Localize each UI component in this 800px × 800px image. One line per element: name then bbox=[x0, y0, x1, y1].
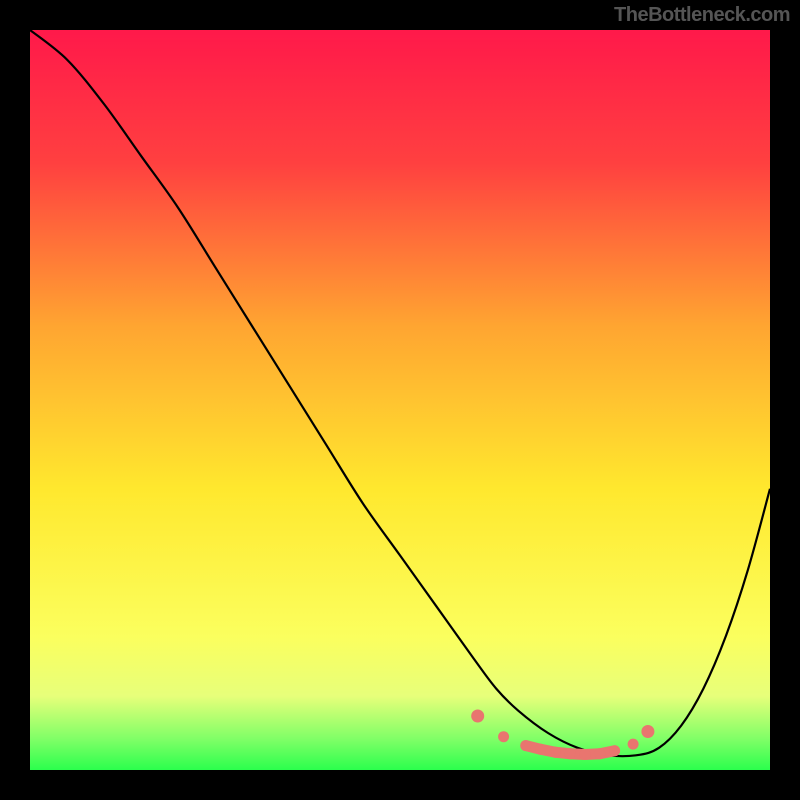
watermark-text: TheBottleneck.com bbox=[614, 4, 790, 27]
highlight-dot bbox=[498, 731, 509, 742]
highlight-dot bbox=[520, 740, 531, 751]
highlight-dot bbox=[628, 739, 639, 750]
highlight-dot bbox=[609, 745, 620, 756]
highlight-dot bbox=[594, 748, 605, 759]
highlight-dot bbox=[580, 749, 591, 760]
highlight-dot bbox=[535, 744, 546, 755]
outer-frame: TheBottleneck.com bbox=[0, 0, 800, 800]
chart-svg bbox=[30, 30, 770, 770]
highlight-dot bbox=[550, 747, 561, 758]
highlight-dot bbox=[471, 709, 484, 722]
gradient-background bbox=[30, 30, 770, 770]
highlight-dot bbox=[565, 748, 576, 759]
plot-area bbox=[30, 30, 770, 770]
highlight-dot bbox=[641, 725, 654, 738]
